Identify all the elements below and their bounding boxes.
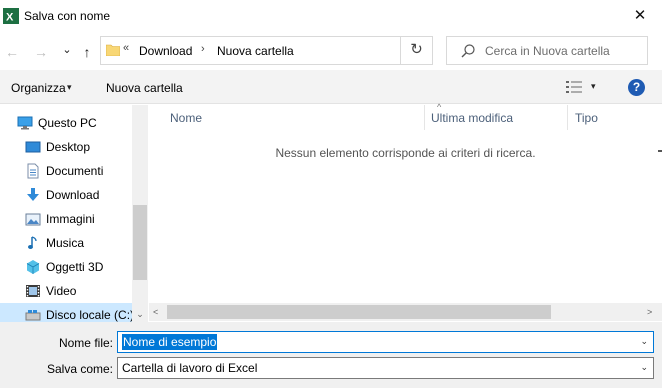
scroll-left-icon[interactable]: < [153,303,158,321]
filetype-dropdown-icon[interactable]: ⌄ [640,362,648,373]
scroll-right-icon[interactable]: > [647,303,652,321]
svg-text:X: X [6,12,14,24]
column-header-nome[interactable]: Nome [162,105,425,130]
address-bar[interactable]: « Download › Nuova cartella ⌄ [100,36,494,65]
search-icon [461,44,475,58]
filename-field[interactable]: Nome di esempio ⌄ [117,331,654,353]
video-icon [26,285,40,297]
window-title: Salva con nome [24,9,111,23]
computer-icon [17,116,33,130]
sidebar-item-label: Documenti [46,164,104,178]
drive-icon [25,310,41,321]
download-icon [27,188,39,201]
organize-button[interactable]: Organizza [11,81,66,95]
sidebar-item-download[interactable]: Download [0,183,132,207]
back-button[interactable]: ← [2,42,22,62]
recent-locations-button[interactable]: ⌄ [57,40,77,60]
sidebar-item-oggetti-3d[interactable]: Oggetti 3D [0,255,132,279]
new-folder-button[interactable]: Nuova cartella [106,81,183,95]
column-header-ultima-modifica[interactable]: Ultima modifica [423,105,568,130]
sidebar-item-immagini[interactable]: Immagini [0,207,132,231]
file-list: Nome ^ Ultima modifica Tipo Nessun eleme… [149,102,662,322]
title-bar: X Salva con nome ✕ [0,0,662,32]
column-header-label: Ultima modifica [431,111,514,125]
empty-message: Nessun elemento corrisponde ai criteri d… [275,146,536,160]
help-button[interactable]: ? [628,79,645,96]
music-icon [28,236,37,249]
sidebar-item-musica[interactable]: Musica [0,231,132,255]
breadcrumb-separator[interactable]: › [201,43,205,55]
filename-dropdown-icon[interactable]: ⌄ [640,336,648,347]
desktop-icon [25,141,41,153]
view-options-caret-icon[interactable]: ▾ [591,81,596,92]
filename-label: Nome file: [58,336,113,350]
sidebar-item-documenti[interactable]: Documenti [0,159,132,183]
column-header-label: Tipo [575,111,598,125]
sidebar-item-label: Download [46,188,100,202]
sidebar-item-label: Oggetti 3D [46,260,104,274]
filetype-value: Cartella di lavoro di Excel [122,361,258,375]
3d-objects-icon [26,260,40,274]
sidebar-item-label: Disco locale (C:) [46,308,135,322]
navigation-pane-scrollbar[interactable]: ⌄ [132,105,148,322]
folder-icon [106,44,120,56]
up-button[interactable]: ↑ [77,42,97,62]
save-form: Nome file: Nome di esempio ⌄ Salva come:… [0,322,662,388]
sidebar-item-disco-locale[interactable]: Disco locale (C:) [0,303,135,322]
close-button[interactable]: ✕ [630,6,650,26]
view-options-icon[interactable] [566,80,582,94]
pictures-icon [25,213,41,226]
breadcrumb-download[interactable]: Download [139,44,192,58]
sidebar-item-label: Questo PC [38,116,97,130]
navigation-pane: Questo PC Desktop Documenti Download Imm… [0,105,148,322]
search-input[interactable] [485,41,645,60]
refresh-button[interactable]: ↻ [401,36,433,65]
documents-icon [27,163,39,179]
sidebar-item-desktop[interactable]: Desktop [0,135,132,159]
window-edge-marker [658,150,662,152]
overflow-chevron[interactable]: « [123,42,129,54]
scroll-down-icon[interactable]: ⌄ [132,306,148,322]
organize-caret-icon[interactable]: ▾ [67,82,72,93]
sidebar-item-video[interactable]: Video [0,279,132,303]
filetype-select[interactable]: Cartella di lavoro di Excel ⌄ [117,357,654,379]
breadcrumb-nuova-cartella[interactable]: Nuova cartella [217,44,294,58]
filetype-label: Salva come: [46,362,113,376]
excel-icon: X [3,8,19,24]
filename-value[interactable]: Nome di esempio [122,334,218,350]
search-box[interactable] [446,36,648,65]
navigation-bar: ← → ⌄ ↑ « Download › Nuova cartella ⌄ ↻ [0,32,662,70]
file-list-horizontal-scrollbar[interactable]: < > [149,303,662,321]
sidebar-item-label: Immagini [46,212,95,226]
scrollbar-thumb[interactable] [133,205,147,280]
command-bar: Organizza ▾ Nuova cartella ▾ ? [0,70,662,104]
sidebar-item-label: Video [46,284,77,298]
column-header-tipo[interactable]: Tipo [567,105,662,130]
sidebar-item-label: Musica [46,236,85,250]
forward-button[interactable]: → [31,42,51,62]
sidebar-item-questo-pc[interactable]: Questo PC [0,111,132,135]
scrollbar-thumb[interactable] [167,305,551,319]
column-header-label: Nome [170,111,203,125]
sidebar-item-label: Desktop [46,140,91,154]
